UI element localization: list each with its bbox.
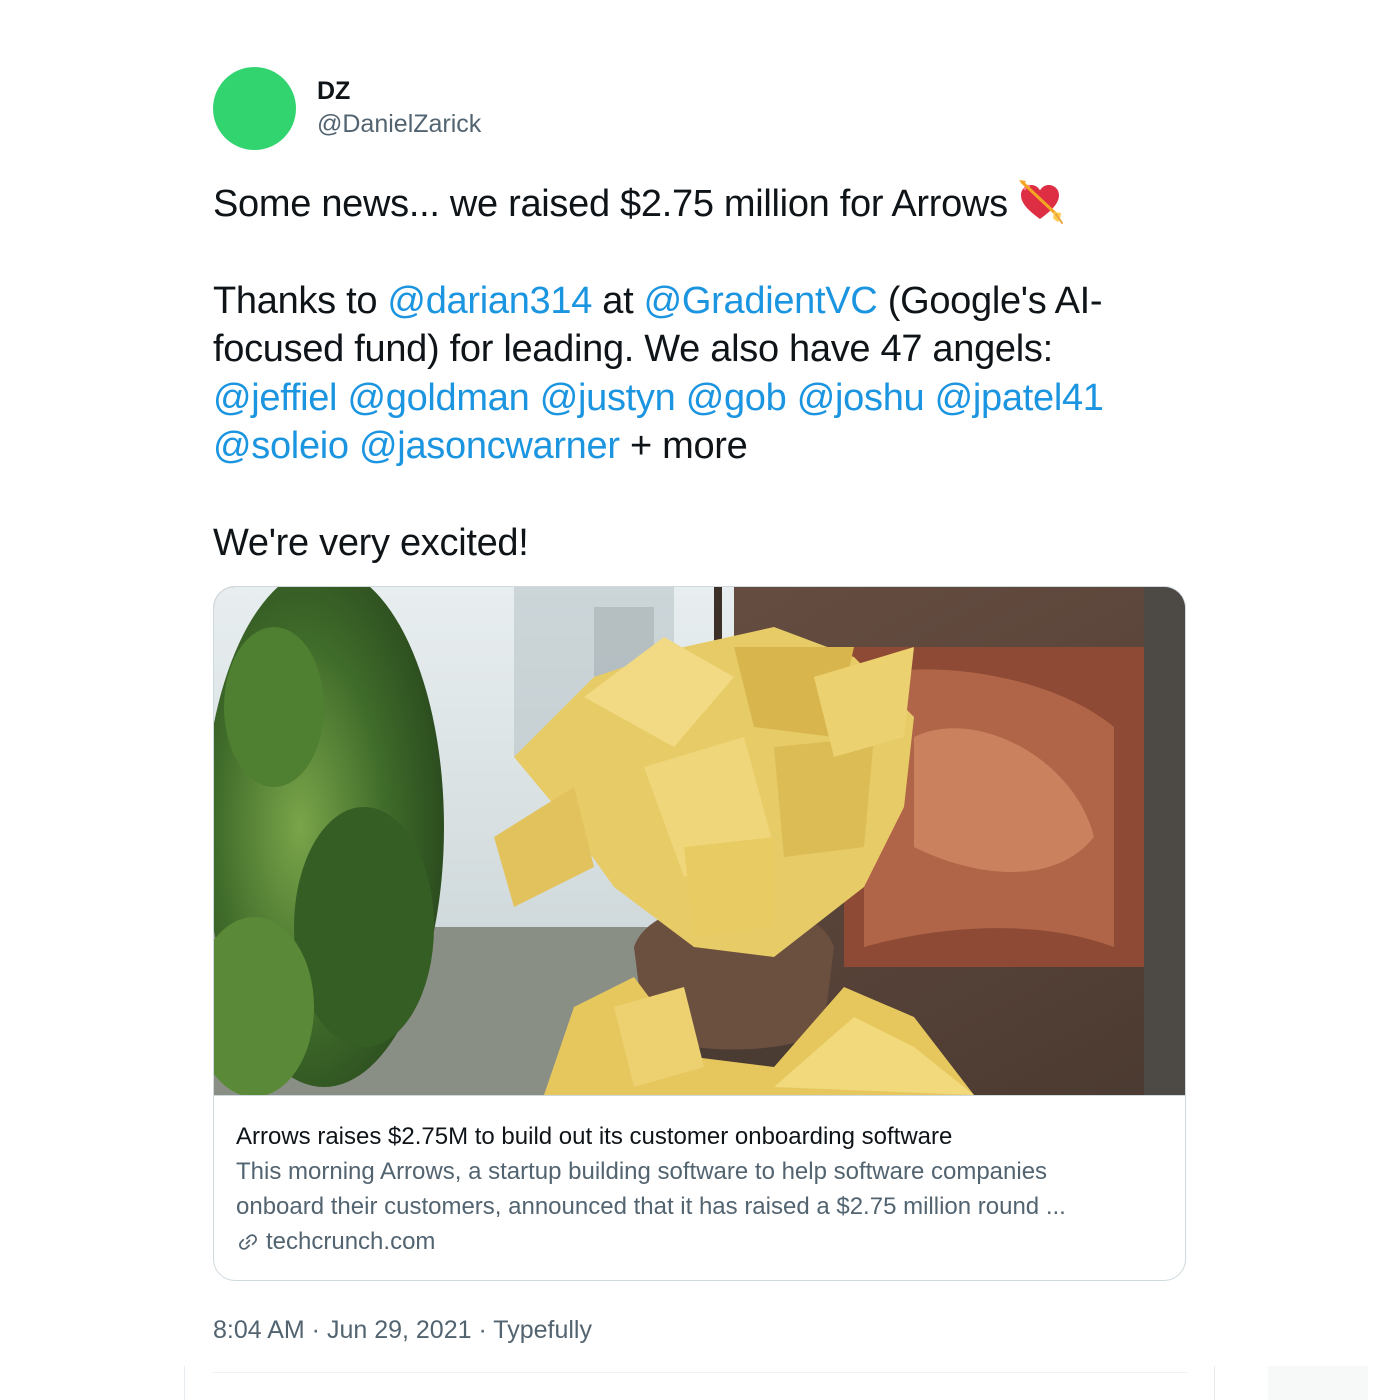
at-text: at	[592, 279, 644, 322]
tweet-time[interactable]: 8:04 AM	[213, 1316, 305, 1344]
fund-text-line1: (Google's AI-	[877, 279, 1103, 322]
tweet-paragraph-3: We're very excited!	[213, 521, 529, 564]
author-handle[interactable]: @DanielZarick	[317, 107, 481, 141]
tweet: DZ @DanielZarick Some news... we raised …	[213, 66, 1188, 1373]
meta-separator: ·	[304, 1316, 327, 1344]
tweet-meta: 8:04 AM · Jun 29, 2021 · Typefully	[213, 1314, 592, 1346]
card-image[interactable]	[214, 587, 1185, 1096]
fund-text-line2: focused fund) for leading. We also have …	[213, 328, 1053, 370]
mention-angel[interactable]: @justyn	[540, 377, 676, 419]
heart-with-arrow-icon	[1018, 180, 1063, 224]
avatar[interactable]	[213, 66, 296, 150]
tweet-paragraph-1: Some news... we raised $2.75 million for…	[213, 178, 1188, 229]
mention-angel[interactable]: @goldman	[347, 377, 529, 419]
mention-angel[interactable]: @gob	[686, 377, 787, 419]
divider	[213, 1372, 1188, 1373]
mention-angel[interactable]: @jeffiel	[213, 377, 338, 419]
mention-angel[interactable]: @jasoncwarner	[359, 425, 620, 467]
tweet-text: Some news... we raised $2.75 million for…	[213, 178, 1188, 567]
corner-panel	[1268, 1366, 1368, 1400]
divider	[184, 1366, 185, 1400]
mention-angel[interactable]: @jpatel41	[935, 377, 1104, 419]
card-title[interactable]: Arrows raises $2.75M to build out its cu…	[236, 1120, 1163, 1154]
tweet-source[interactable]: Typefully	[493, 1316, 592, 1344]
author-display-name[interactable]: DZ	[317, 75, 481, 107]
card-description-line2: onboard their customers, announced that …	[236, 1193, 1066, 1220]
mention-darian314[interactable]: @darian314	[387, 280, 592, 322]
mention-gradientvc[interactable]: @GradientVC	[644, 280, 878, 322]
card-text: Arrows raises $2.75M to build out its cu…	[214, 1096, 1185, 1260]
card-domain[interactable]: techcrunch.com	[266, 1224, 435, 1260]
tweet-date[interactable]: Jun 29, 2021	[327, 1316, 472, 1344]
link-card[interactable]: Arrows raises $2.75M to build out its cu…	[213, 586, 1186, 1281]
author-names: DZ @DanielZarick	[317, 75, 481, 141]
mention-angel[interactable]: @joshu	[797, 377, 925, 419]
link-icon	[239, 1234, 257, 1250]
thanks-text: Thanks to	[213, 279, 388, 322]
meta-separator: ·	[471, 1316, 494, 1344]
tweet-header: DZ @DanielZarick	[213, 66, 1188, 150]
divider	[1214, 1366, 1215, 1400]
tweet-line-1: Some news... we raised $2.75 million for…	[213, 183, 1008, 225]
tweet-paragraph-2: Thanks to @darian314 at @GradientVC (Goo…	[213, 277, 1188, 471]
mention-angel[interactable]: @soleio	[213, 425, 349, 467]
more-text: + more	[619, 425, 748, 467]
card-description-line1: This morning Arrows, a startup building …	[236, 1158, 1048, 1185]
card-domain-row: techcrunch.com	[236, 1224, 1163, 1260]
